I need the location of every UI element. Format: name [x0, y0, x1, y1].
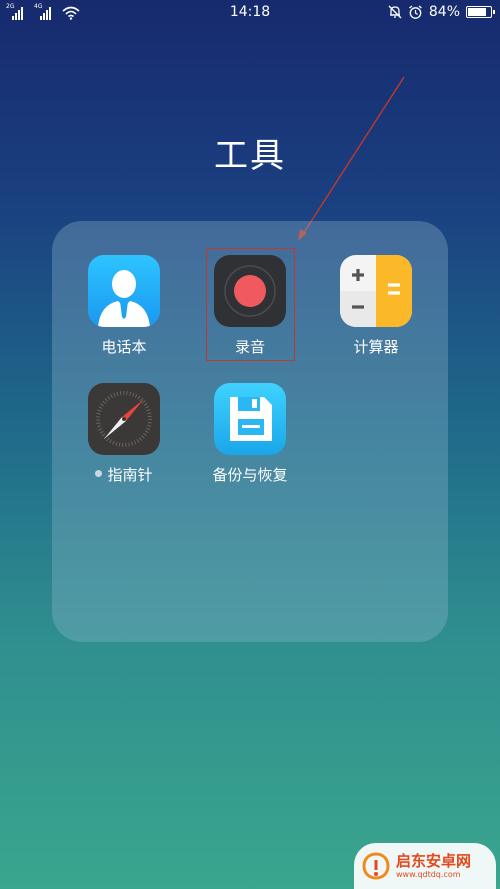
battery-percent: 84% — [428, 4, 460, 20]
calculator-icon[interactable] — [340, 255, 412, 327]
app-contacts[interactable]: 电话本 — [64, 255, 184, 357]
battery-fill — [468, 8, 486, 16]
app-label: 备份与恢复 — [212, 466, 288, 484]
app-backup-restore[interactable]: 备份与恢复 — [190, 383, 310, 485]
watermark: 启东安卓网 www.qdtdq.com — [354, 843, 496, 889]
app-compass[interactable]: 指南针 — [64, 383, 184, 485]
compass-icon[interactable] — [88, 383, 160, 455]
watermark-title: 启东安卓网 — [396, 852, 472, 870]
watermark-url: www.qdtdq.com — [396, 870, 461, 879]
silent-bell-icon — [388, 5, 402, 19]
alarm-icon — [408, 4, 422, 19]
app-label: 计算器 — [353, 338, 399, 356]
status-bar-right: 84% — [388, 4, 495, 20]
new-indicator-dot — [95, 470, 103, 477]
app-label: 电话本 — [101, 338, 147, 356]
battery-icon — [466, 6, 495, 18]
app-label: 指南针 — [107, 466, 153, 484]
highlight-box — [206, 248, 295, 361]
backup-icon[interactable] — [214, 383, 286, 455]
site-logo-icon — [362, 852, 390, 880]
app-label-row: 指南针 — [64, 464, 184, 485]
contacts-icon[interactable] — [88, 255, 160, 327]
status-bar: 2G 4G 14:18 84% — [0, 0, 500, 26]
app-calculator[interactable]: 计算器 — [316, 255, 436, 357]
folder-title[interactable]: 工具 — [0, 128, 500, 177]
